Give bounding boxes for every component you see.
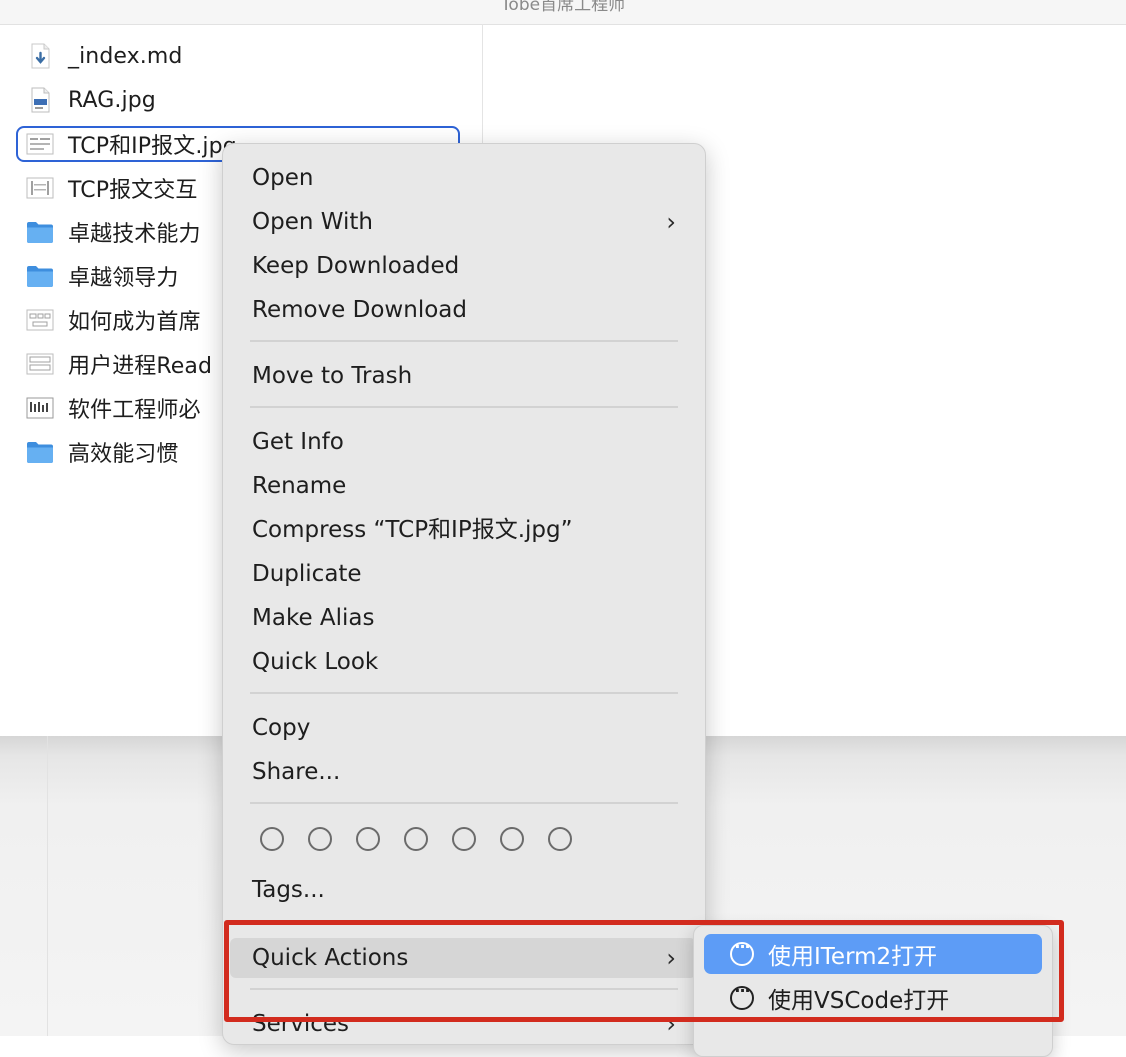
image-file-icon — [31, 87, 50, 113]
menu-item-get-info[interactable]: Get Info — [230, 422, 696, 462]
menu-item-move-to-trash[interactable]: Move to Trash — [230, 356, 696, 396]
menu-item-label: Quick Look — [252, 649, 379, 675]
tag-circle-icon[interactable] — [500, 827, 524, 851]
menu-item-compress[interactable]: Compress “TCP和IP报文.jpg” — [230, 510, 696, 550]
tag-circle-icon[interactable] — [308, 827, 332, 851]
menu-separator — [250, 802, 678, 804]
menu-item-tags[interactable]: Tags... — [230, 870, 696, 910]
menu-item-label: Share... — [252, 759, 341, 785]
menu-item-copy[interactable]: Copy — [230, 708, 696, 748]
menu-item-open[interactable]: Open — [230, 158, 696, 198]
menu-item-rename[interactable]: Rename — [230, 466, 696, 506]
file-name: _index.md — [68, 43, 183, 69]
file-name: 如何成为首席 — [68, 310, 201, 335]
image-file-icon — [26, 309, 54, 331]
tag-circle-icon[interactable] — [404, 827, 428, 851]
menu-item-label: Get Info — [252, 429, 344, 455]
annotation-highlight-box — [224, 920, 1064, 1022]
menu-item-quick-look[interactable]: Quick Look — [230, 642, 696, 682]
file-name: 用户进程Read — [68, 354, 213, 379]
file-row-rag-jpg[interactable]: RAG.jpg — [16, 82, 460, 118]
file-row-index-md[interactable]: _index.md — [16, 38, 460, 74]
tag-circle-icon[interactable] — [260, 827, 284, 851]
title-bar[interactable]: Tobe首席工程师 — [0, 0, 1126, 25]
image-file-icon — [26, 353, 54, 375]
file-name: TCP和IP报文.jpg — [68, 134, 237, 159]
menu-item-open-with[interactable]: Open With › — [230, 202, 696, 242]
menu-item-label: Compress “TCP和IP报文.jpg” — [252, 517, 573, 543]
menu-item-label: Copy — [252, 715, 311, 741]
background-window-edge — [47, 736, 48, 1036]
window-title: Tobe首席工程师 — [500, 0, 626, 15]
chevron-right-icon: › — [666, 208, 676, 236]
folder-icon — [27, 266, 53, 287]
image-file-icon — [26, 177, 54, 199]
menu-item-label: Duplicate — [252, 561, 362, 587]
tag-circle-icon[interactable] — [356, 827, 380, 851]
file-name: 高效能习惯 — [68, 442, 179, 467]
markdown-file-icon — [31, 43, 50, 69]
menu-separator — [250, 692, 678, 694]
menu-item-label: Keep Downloaded — [252, 253, 460, 279]
file-name: TCP报文交互 — [68, 178, 198, 203]
file-name: RAG.jpg — [68, 87, 156, 113]
file-name: 卓越技术能力 — [68, 222, 201, 247]
menu-item-keep-downloaded[interactable]: Keep Downloaded — [230, 246, 696, 286]
tag-circle-icon[interactable] — [452, 827, 476, 851]
menu-item-remove-download[interactable]: Remove Download — [230, 290, 696, 330]
folder-icon — [27, 222, 53, 243]
menu-item-make-alias[interactable]: Make Alias — [230, 598, 696, 638]
menu-item-label: Open With — [252, 209, 373, 235]
image-file-icon — [26, 397, 54, 419]
menu-separator — [250, 340, 678, 342]
file-name: 卓越领导力 — [68, 266, 179, 291]
menu-separator — [250, 406, 678, 408]
image-file-icon — [26, 133, 54, 155]
menu-item-label: Move to Trash — [252, 363, 413, 389]
menu-item-label: Make Alias — [252, 605, 375, 631]
context-menu: Open Open With › Keep Downloaded Remove … — [222, 143, 706, 1045]
tag-circle-icon[interactable] — [548, 827, 572, 851]
file-name: 软件工程师必 — [68, 398, 201, 423]
menu-item-share[interactable]: Share... — [230, 752, 696, 792]
menu-item-duplicate[interactable]: Duplicate — [230, 554, 696, 594]
menu-item-label: Tags... — [252, 877, 325, 903]
menu-item-label: Open — [252, 165, 314, 191]
menu-item-label: Remove Download — [252, 297, 467, 323]
folder-icon — [27, 442, 53, 463]
menu-item-label: Rename — [252, 473, 347, 499]
